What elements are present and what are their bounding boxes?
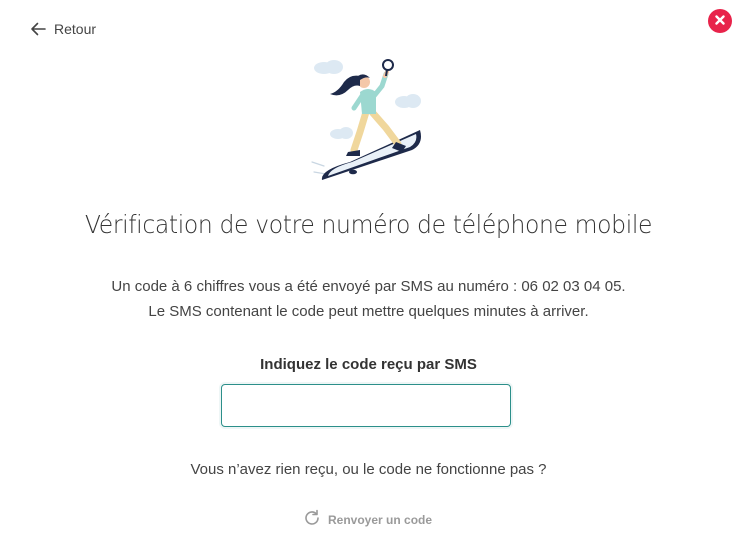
- sms-code-input[interactable]: [221, 384, 511, 427]
- info-line-2: Le SMS contenant le code peut mettre que…: [148, 303, 589, 320]
- page-title: Vérification de votre numéro de téléphon…: [84, 210, 653, 239]
- close-icon: [715, 12, 725, 30]
- not-received-text: Vous n’avez rien reçu, ou le code ne fon…: [190, 461, 547, 478]
- back-link-label: Retour: [54, 21, 97, 37]
- resend-code-label: Renvoyer un code: [328, 512, 433, 527]
- resend-code-button[interactable]: Renvoyer un code: [303, 509, 432, 530]
- refresh-icon: [303, 509, 321, 530]
- info-line-1: Un code à 6 chiffres vous a été envoyé p…: [111, 278, 626, 295]
- woman-surfing-phone-illustration: [300, 52, 440, 192]
- info-text: Un code à 6 chiffres vous a été envoyé p…: [0, 274, 737, 324]
- code-input-label: Indiquez le code reçu par SMS: [260, 356, 477, 373]
- close-button[interactable]: [708, 9, 732, 33]
- back-link[interactable]: Retour: [30, 21, 96, 37]
- arrow-left-icon: [30, 22, 46, 36]
